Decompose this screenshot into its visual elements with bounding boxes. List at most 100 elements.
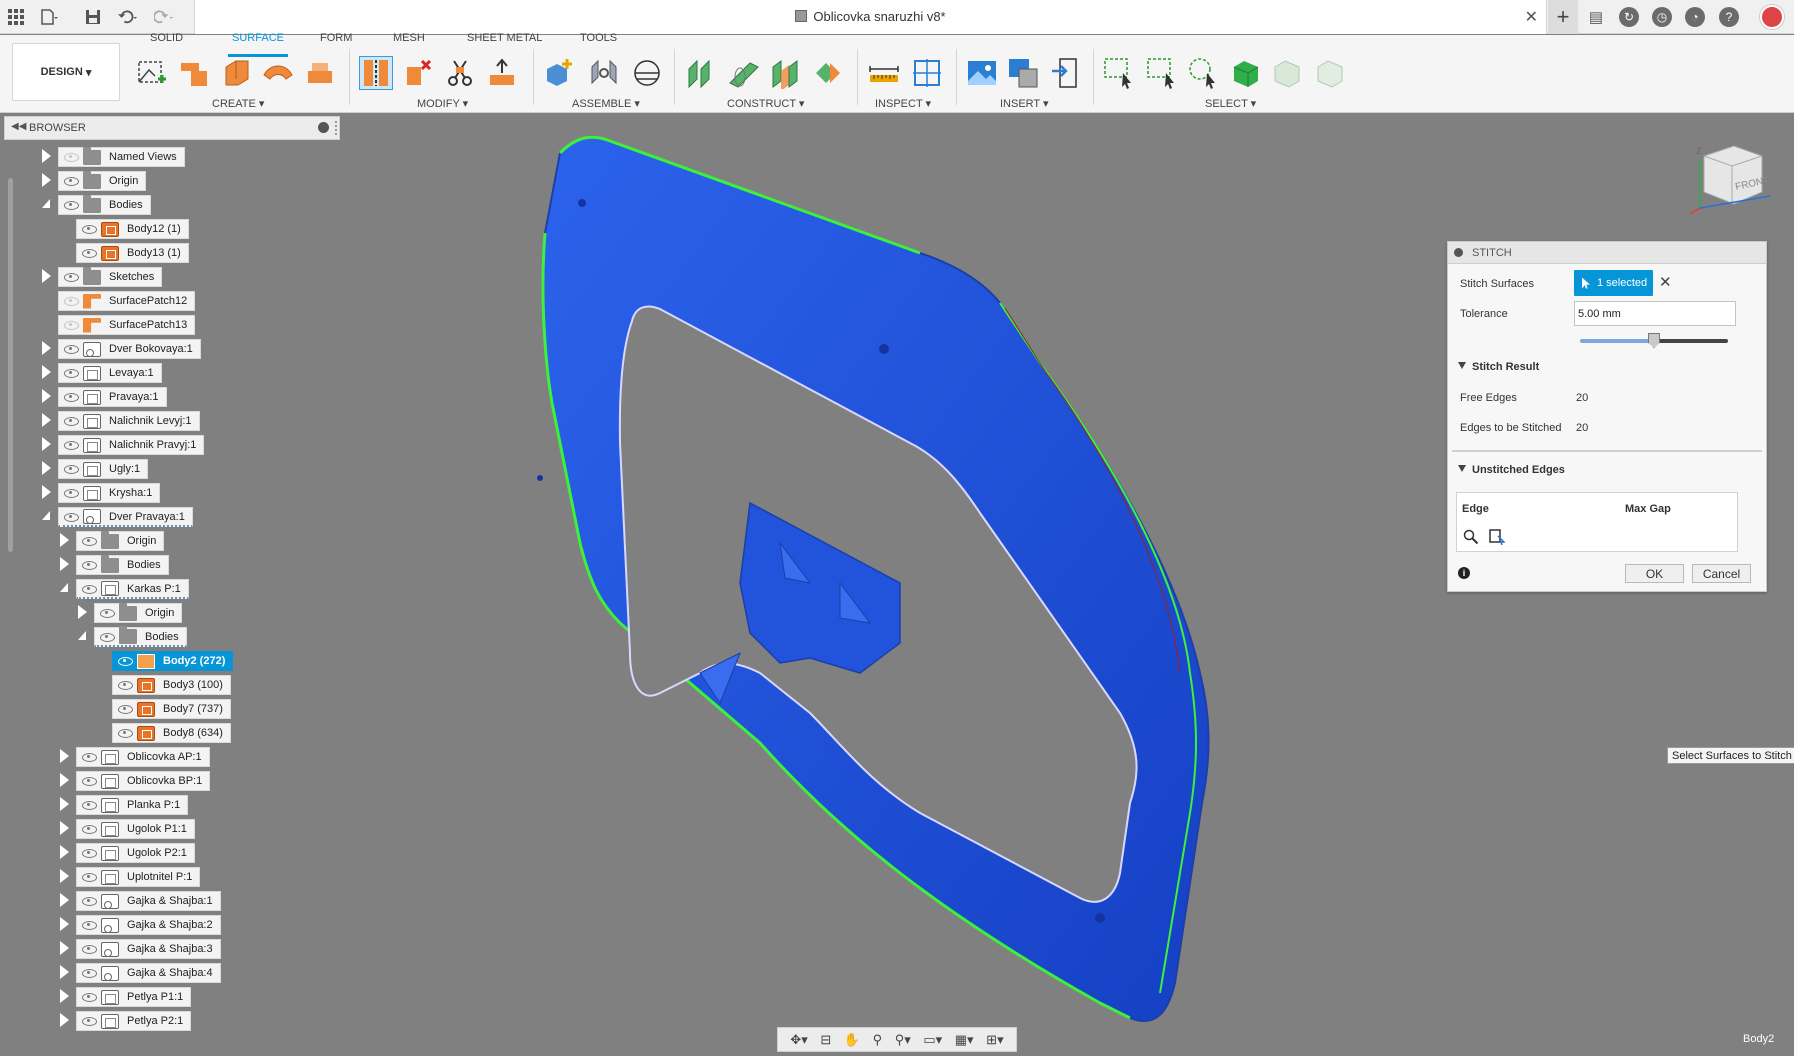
grid-settings-icon[interactable]: ▦▾ (955, 1032, 974, 1048)
info-icon[interactable]: i (1458, 567, 1470, 579)
visibility-eye-icon[interactable] (63, 367, 79, 379)
redo-icon[interactable] (154, 7, 174, 27)
job-status-icon[interactable]: ◷ (1652, 7, 1672, 27)
visibility-eye-icon[interactable] (63, 295, 79, 307)
file-menu-icon[interactable] (40, 7, 60, 27)
stitch-result-section[interactable]: Stitch Result (1458, 361, 1539, 373)
visibility-eye-icon[interactable] (81, 823, 97, 835)
tab-mesh[interactable]: MESH (393, 33, 425, 57)
browser-node[interactable]: Dver Pravaya:1 (0, 505, 336, 529)
paint-select-icon[interactable] (1186, 56, 1220, 90)
visibility-eye-icon[interactable] (99, 607, 115, 619)
close-tab-icon[interactable]: ✕ (1525, 7, 1538, 27)
browser-node[interactable]: Nalichnik Levyj:1 (0, 409, 336, 433)
measure-icon[interactable] (867, 56, 901, 90)
visibility-eye-icon[interactable] (63, 343, 79, 355)
zoom-to-edge-icon[interactable] (1463, 529, 1479, 545)
cancel-button[interactable]: Cancel (1692, 564, 1751, 583)
browser-node[interactable]: Gajka & Shajba:4 (0, 961, 336, 985)
tab-sheet-metal[interactable]: SHEET METAL (467, 33, 542, 57)
new-tab-button[interactable]: + (1548, 0, 1578, 34)
browser-node[interactable]: Body8 (634) (0, 721, 336, 745)
visibility-eye-icon[interactable] (117, 655, 133, 667)
browser-node[interactable]: Oblicovka BP:1 (0, 769, 336, 793)
collapsed-arrow-icon[interactable] (60, 797, 69, 811)
collapsed-arrow-icon[interactable] (42, 437, 51, 451)
expanded-arrow-icon[interactable] (60, 583, 68, 592)
collapsed-arrow-icon[interactable] (60, 845, 69, 859)
browser-node-chip[interactable]: Bodies (76, 554, 169, 575)
collapsed-arrow-icon[interactable] (42, 269, 51, 283)
tab-surface[interactable]: SURFACE (228, 33, 288, 57)
browser-node[interactable]: Bodies (0, 193, 336, 217)
extend-tool-icon[interactable] (485, 56, 519, 90)
collapsed-arrow-icon[interactable] (60, 989, 69, 1003)
tab-form[interactable]: FORM (320, 33, 352, 57)
visibility-eye-icon[interactable] (81, 847, 97, 859)
collapsed-arrow-icon[interactable] (60, 893, 69, 907)
browser-node-chip[interactable]: Dver Bokovaya:1 (58, 339, 201, 359)
collapsed-arrow-icon[interactable] (42, 341, 51, 355)
workspace-switcher-button[interactable]: DESIGN ▾ (12, 43, 120, 101)
browser-node-chip[interactable]: Named Views (58, 146, 185, 167)
browser-node[interactable]: Krysha:1 (0, 481, 336, 505)
zoom-window-icon[interactable]: ⚲▾ (895, 1032, 911, 1048)
visibility-eye-icon[interactable] (63, 319, 79, 331)
browser-node-chip[interactable]: Oblicovka BP:1 (76, 771, 211, 791)
visibility-eye-icon[interactable] (81, 895, 97, 907)
sweep-surface-icon[interactable] (261, 56, 295, 90)
browser-node-chip[interactable]: Nalichnik Pravyj:1 (58, 435, 205, 455)
extensions-icon[interactable]: ↻ (1619, 7, 1639, 27)
browser-node[interactable]: Bodies (0, 553, 336, 577)
visibility-eye-icon[interactable] (81, 751, 97, 763)
visibility-eye-icon[interactable] (63, 487, 79, 499)
visibility-eye-icon[interactable] (81, 583, 97, 595)
browser-drag-handle[interactable] (335, 121, 339, 135)
browser-node[interactable]: Levaya:1 (0, 361, 336, 385)
visibility-eye-icon[interactable] (63, 463, 79, 475)
revolve-surface-icon[interactable] (219, 56, 253, 90)
browser-node-chip[interactable]: Krysha:1 (58, 483, 161, 503)
browser-node-chip[interactable]: Origin (94, 602, 183, 623)
unstitched-edges-section[interactable]: Unstitched Edges (1458, 464, 1565, 476)
collapsed-arrow-icon[interactable] (42, 461, 51, 475)
select-group-label[interactable]: SELECT ▾ (1205, 97, 1256, 110)
browser-node[interactable]: Sketches (0, 265, 336, 289)
browser-node-chip[interactable]: Body3 (100) (112, 675, 231, 695)
browser-node-chip[interactable]: Uplotnitel P:1 (76, 867, 201, 887)
browser-node-chip[interactable]: Karkas P:1 (76, 579, 189, 599)
collapsed-arrow-icon[interactable] (60, 965, 69, 979)
help-icon[interactable]: ? (1719, 7, 1739, 27)
browser-node-chip[interactable]: Nalichnik Levyj:1 (58, 411, 200, 431)
assemble-group-label[interactable]: ASSEMBLE ▾ (572, 97, 640, 110)
window-select-icon[interactable] (1102, 56, 1136, 90)
tolerance-slider-thumb[interactable] (1648, 333, 1660, 348)
clear-selection-icon[interactable]: ✕ (1659, 273, 1672, 291)
collapsed-arrow-icon[interactable] (60, 773, 69, 787)
visibility-eye-icon[interactable] (63, 199, 79, 211)
browser-node-chip[interactable]: SurfacePatch12 (58, 291, 196, 311)
collapsed-arrow-icon[interactable] (60, 533, 69, 547)
browser-minimize-icon[interactable] (318, 122, 329, 133)
visibility-eye-icon[interactable] (63, 439, 79, 451)
joint-icon[interactable] (587, 56, 621, 90)
browser-node-chip[interactable]: Body12 (1) (76, 219, 189, 239)
section-analysis-icon[interactable] (910, 56, 944, 90)
orbit-icon[interactable]: ✥▾ (790, 1032, 807, 1048)
visibility-eye-icon[interactable] (63, 415, 79, 427)
viewports-icon[interactable]: ⊞▾ (986, 1032, 1003, 1048)
collapsed-arrow-icon[interactable] (60, 557, 69, 571)
unstitch-tool-icon[interactable] (401, 56, 435, 90)
pan-icon[interactable]: ✋ (844, 1032, 860, 1048)
app-grid-icon[interactable] (6, 7, 26, 27)
browser-node[interactable]: Pravaya:1 (0, 385, 336, 409)
browser-node-chip[interactable]: SurfacePatch13 (58, 315, 196, 335)
browser-node-chip[interactable]: Gajka & Shajba:4 (76, 963, 221, 983)
browser-node[interactable]: Body3 (100) (0, 673, 336, 697)
collapsed-arrow-icon[interactable] (60, 749, 69, 763)
dialog-collapse-icon[interactable] (1454, 248, 1463, 257)
browser-node-chip[interactable]: Levaya:1 (58, 363, 162, 383)
browser-node[interactable]: Bodies (0, 625, 336, 649)
browser-node-chip[interactable]: Origin (58, 170, 147, 191)
browser-node[interactable]: Body13 (1) (0, 241, 336, 265)
